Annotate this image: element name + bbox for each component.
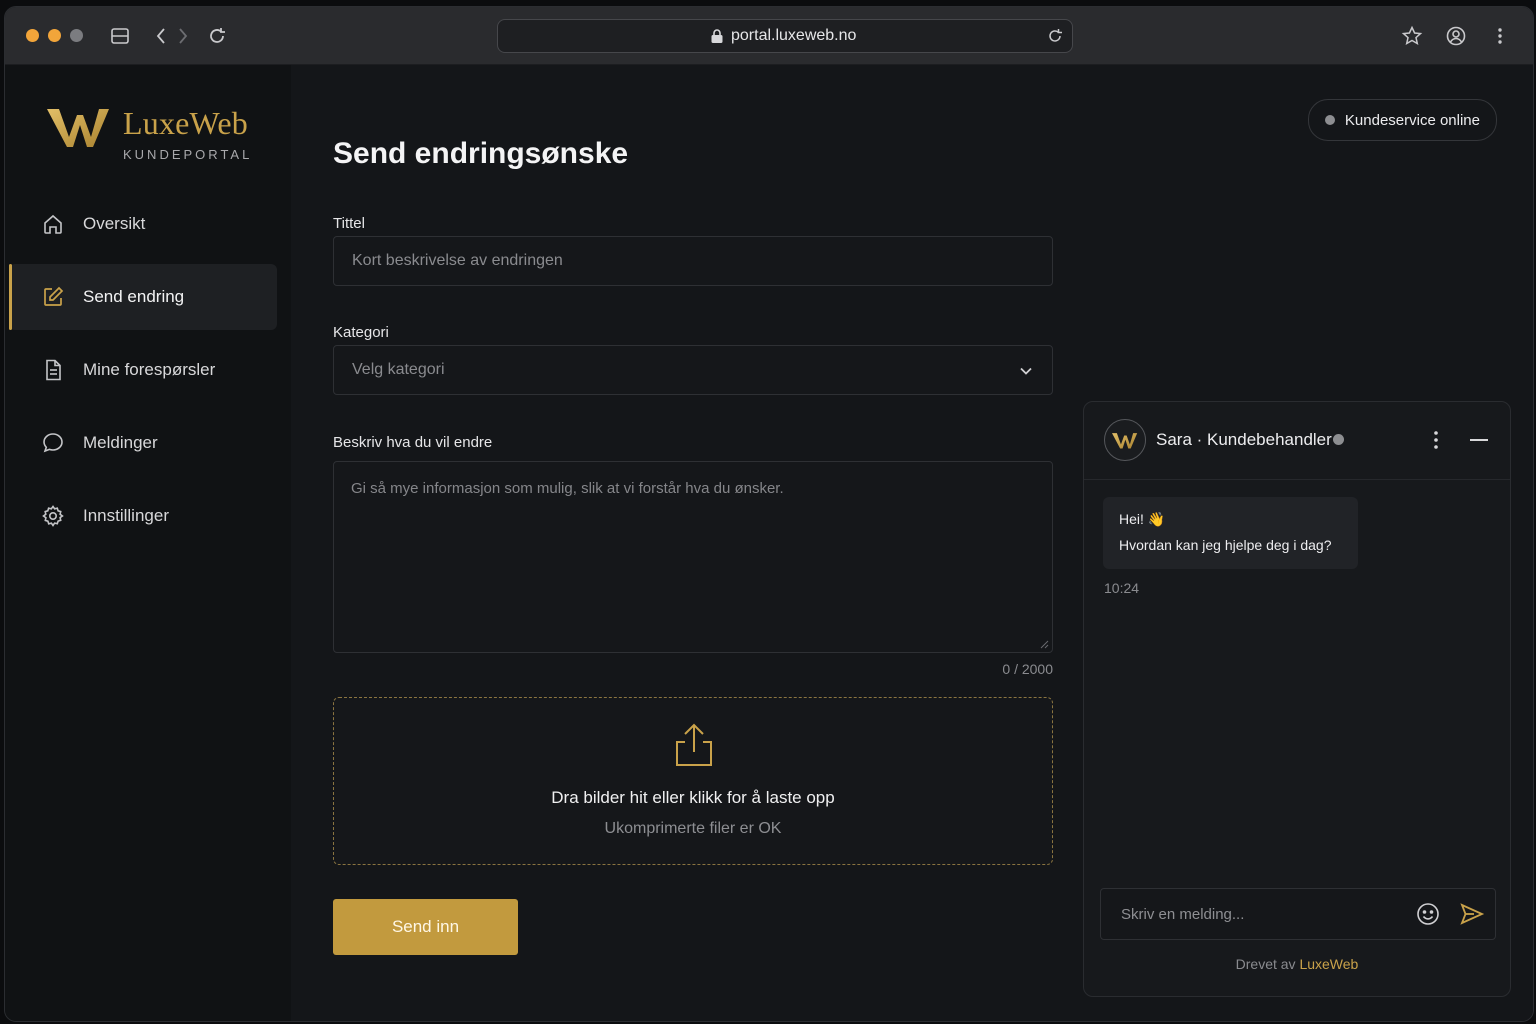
document-icon xyxy=(46,359,61,381)
chat-input-placeholder: Skriv en melding... xyxy=(1121,906,1245,923)
star-icon[interactable] xyxy=(1401,25,1423,47)
browser-toolbar: portal.luxeweb.no xyxy=(5,7,1533,65)
chat-agent-name: Sara · Kundebehandler xyxy=(1156,430,1332,449)
minimize-icon[interactable] xyxy=(1468,428,1490,452)
status-label: Kundeservice online xyxy=(1344,111,1480,129)
category-select-value: Velg kategori xyxy=(352,361,445,378)
chat-message-bubble: Hei! 👋 Hvordan kan jeg hjelpe deg i dag? xyxy=(1103,497,1358,569)
status-badge: Kundeservice online xyxy=(1307,99,1497,141)
sidebar: LuxeWeb KUNDEPORTAL Oversikt Send endrin… xyxy=(5,65,291,1021)
sidebar-item-oversikt[interactable]: Oversikt xyxy=(9,191,277,257)
logo-icon xyxy=(1112,433,1138,449)
sidebar-toggle-icon[interactable] xyxy=(109,25,131,47)
window-minimize-button[interactable] xyxy=(48,29,61,42)
emoji-icon[interactable] xyxy=(1415,901,1441,927)
powered-by: Drevet av LuxeWeb xyxy=(1084,956,1510,972)
upload-icon xyxy=(676,723,712,766)
reload-icon[interactable] xyxy=(206,25,228,47)
sidebar-item-label: Send endring xyxy=(83,287,185,306)
upload-dropzone[interactable]: Dra bilder hit eller klikk for å laste o… xyxy=(333,697,1053,865)
chat-message-line: Hvordan kan jeg hjelpe deg i dag? xyxy=(1119,537,1332,553)
title-input[interactable]: Kort beskrivelse av endringen xyxy=(333,236,1053,286)
window-close-button[interactable] xyxy=(26,29,39,42)
chat-bubble-icon xyxy=(43,433,63,453)
title-label: Tittel xyxy=(333,215,365,232)
browser-window: portal.luxeweb.no LuxeWeb KUNDEPORTAL Ov… xyxy=(4,6,1534,1022)
logo-icon xyxy=(47,109,109,147)
chat-message-input[interactable]: Skriv en melding... xyxy=(1100,888,1496,940)
submit-button[interactable]: Send inn xyxy=(333,899,518,955)
category-label: Kategori xyxy=(333,324,389,341)
profile-icon[interactable] xyxy=(1445,25,1467,47)
address-bar[interactable]: portal.luxeweb.no xyxy=(497,19,1073,53)
send-icon[interactable] xyxy=(1459,901,1485,927)
sidebar-item-mine-foresporsler[interactable]: Mine forespørsler xyxy=(9,337,277,403)
window-maximize-button[interactable] xyxy=(70,29,83,42)
lock-icon xyxy=(711,29,723,43)
title-input-placeholder: Kort beskrivelse av endringen xyxy=(352,252,563,269)
page-title: Send endringsønske xyxy=(333,137,629,170)
back-icon[interactable] xyxy=(151,25,173,47)
more-vertical-icon[interactable] xyxy=(1424,428,1448,452)
chat-widget: Sara · Kundebehandler Hei! 👋 Hvordan kan… xyxy=(1083,401,1511,997)
home-icon xyxy=(44,214,62,234)
sidebar-item-label: Innstillinger xyxy=(83,506,169,525)
chat-message-time: 10:24 xyxy=(1104,580,1140,596)
sidebar-item-label: Meldinger xyxy=(83,433,158,452)
upload-subtitle: Ukomprimerte filer er OK xyxy=(604,820,782,837)
chat-message-line: Hei! 👋 xyxy=(1119,511,1166,527)
powered-prefix: Drevet av xyxy=(1235,956,1296,972)
sidebar-item-label: Mine forespørsler xyxy=(83,360,216,379)
sidebar-item-meldinger[interactable]: Meldinger xyxy=(9,410,277,476)
character-counter: 0 / 2000 xyxy=(1002,661,1053,677)
powered-brand-link[interactable]: LuxeWeb xyxy=(1299,956,1358,972)
status-dot-icon xyxy=(1324,115,1335,125)
brand-name: LuxeWeb xyxy=(123,105,248,141)
resize-handle-icon[interactable] xyxy=(1040,640,1049,649)
main-content: Send endringsønske Kundeservice online T… xyxy=(291,65,1533,1021)
upload-title: Dra bilder hit eller klikk for å laste o… xyxy=(551,788,835,807)
description-placeholder: Gi så mye informasjon som mulig, slik at… xyxy=(351,480,784,497)
sidebar-item-send-endring[interactable]: Send endring xyxy=(9,264,277,330)
chevron-down-icon xyxy=(1020,367,1032,375)
category-select[interactable]: Velg kategori xyxy=(333,345,1053,395)
agent-status-dot-icon xyxy=(1333,434,1344,445)
sidebar-item-innstillinger[interactable]: Innstillinger xyxy=(9,483,277,549)
url-text: portal.luxeweb.no xyxy=(731,27,857,44)
brand-subtitle: KUNDEPORTAL xyxy=(123,147,253,162)
description-label: Beskriv hva du vil endre xyxy=(333,434,493,451)
gear-icon xyxy=(42,505,64,527)
avatar xyxy=(1104,419,1146,461)
reload-icon[interactable] xyxy=(1046,27,1064,45)
edit-icon xyxy=(44,286,64,306)
sidebar-item-label: Oversikt xyxy=(83,214,146,233)
chat-header: Sara · Kundebehandler xyxy=(1084,402,1510,480)
description-textarea[interactable]: Gi så mye informasjon som mulig, slik at… xyxy=(333,461,1053,653)
more-vertical-icon[interactable] xyxy=(1489,25,1511,47)
forward-icon[interactable] xyxy=(171,25,193,47)
